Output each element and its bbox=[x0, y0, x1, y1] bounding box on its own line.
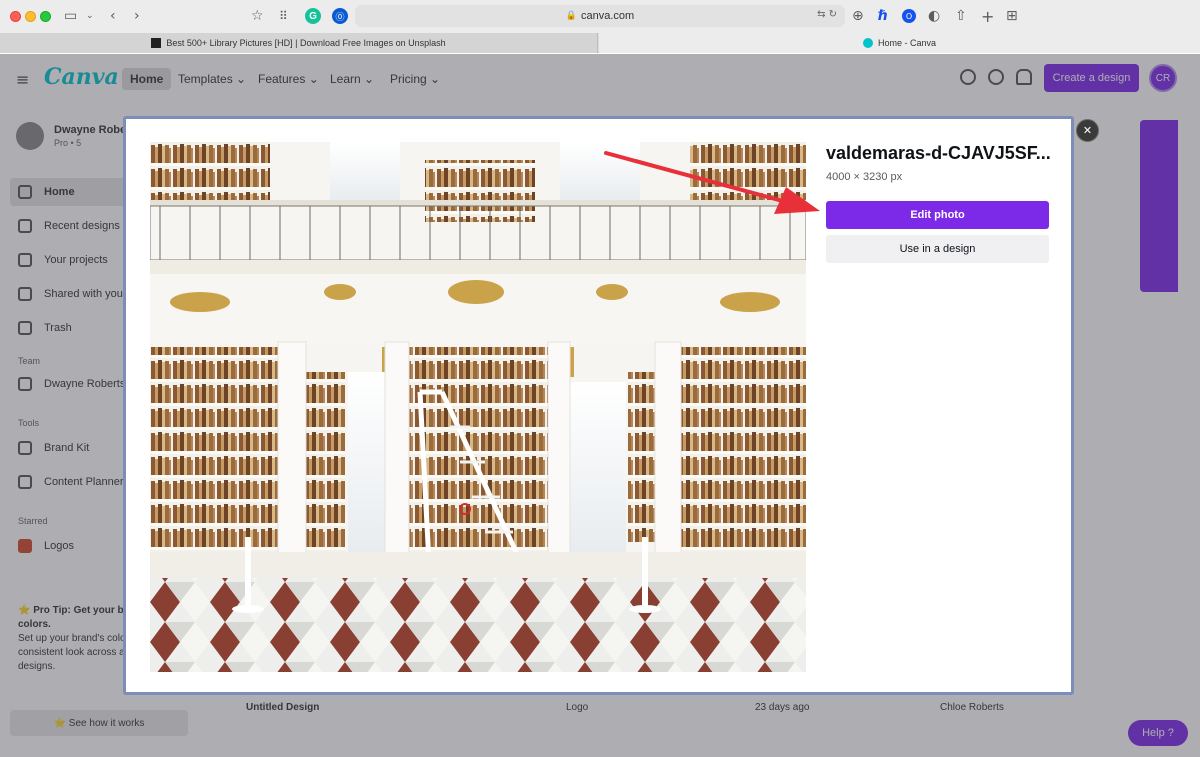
close-icon[interactable]: ✕ bbox=[1076, 119, 1099, 142]
chevron-down-icon[interactable]: ⌄ bbox=[86, 7, 94, 25]
url-text: canva.com bbox=[581, 10, 635, 22]
canva-favicon-icon bbox=[862, 38, 873, 48]
tab-label: Home - Canva bbox=[877, 38, 937, 48]
sidebar-toggle-icon[interactable]: ▭ bbox=[64, 7, 77, 25]
translate-reload-icons[interactable]: ⇆ ↻ bbox=[817, 9, 837, 20]
address-bar[interactable]: 🔒 canva.com ⇆ ↻ bbox=[355, 5, 845, 27]
forward-icon[interactable]: › bbox=[134, 7, 140, 25]
grammarly-icon[interactable]: G bbox=[305, 8, 321, 24]
image-title: valdemaras-d-CJAVJ5SF... bbox=[826, 143, 1051, 163]
edit-photo-button[interactable]: Edit photo bbox=[826, 201, 1049, 229]
star-icon[interactable]: ☆ bbox=[251, 7, 264, 25]
image-preview-modal: valdemaras-d-CJAVJ5SF... 4000 × 3230 px … bbox=[123, 116, 1074, 695]
extension-o-icon[interactable]: O bbox=[902, 9, 916, 23]
browser-toolbar: ▭ ⌄ ‹ › ☆ ⠿ G ⓪ 🔒 canva.com ⇆ ↻ ⊕ ℏ O ◐ … bbox=[0, 0, 1200, 33]
tab-bar: Best 500+ Library Pictures [HD] | Downlo… bbox=[0, 33, 1200, 53]
tab-overview-icon[interactable]: ⊞ bbox=[1006, 7, 1018, 25]
zoom-window-button[interactable] bbox=[40, 11, 51, 22]
shield-icon[interactable]: ◐ bbox=[928, 7, 940, 25]
lock-icon: 🔒 bbox=[565, 11, 577, 21]
new-tab-icon[interactable]: + bbox=[981, 7, 994, 26]
password-manager-icon[interactable]: ⓪ bbox=[332, 8, 348, 24]
tab-unsplash[interactable]: Best 500+ Library Pictures [HD] | Downlo… bbox=[0, 33, 598, 53]
library-photo[interactable] bbox=[150, 142, 806, 672]
use-in-design-button[interactable]: Use in a design bbox=[826, 235, 1049, 263]
unsplash-favicon-icon bbox=[151, 38, 162, 48]
close-window-button[interactable] bbox=[10, 11, 21, 22]
minimize-window-button[interactable] bbox=[25, 11, 36, 22]
download-icon[interactable]: ⊕ bbox=[852, 7, 864, 25]
share-icon[interactable]: ⇧ bbox=[955, 7, 967, 25]
library-photo-illustration bbox=[150, 142, 806, 672]
image-dimensions: 4000 × 3230 px bbox=[826, 171, 903, 183]
extension-h-icon[interactable]: ℏ bbox=[878, 7, 888, 25]
apps-grid-icon[interactable]: ⠿ bbox=[279, 7, 288, 25]
tab-label: Best 500+ Library Pictures [HD] | Downlo… bbox=[166, 38, 446, 48]
back-icon[interactable]: ‹ bbox=[110, 7, 116, 25]
tab-canva[interactable]: Home - Canva bbox=[599, 33, 1200, 53]
